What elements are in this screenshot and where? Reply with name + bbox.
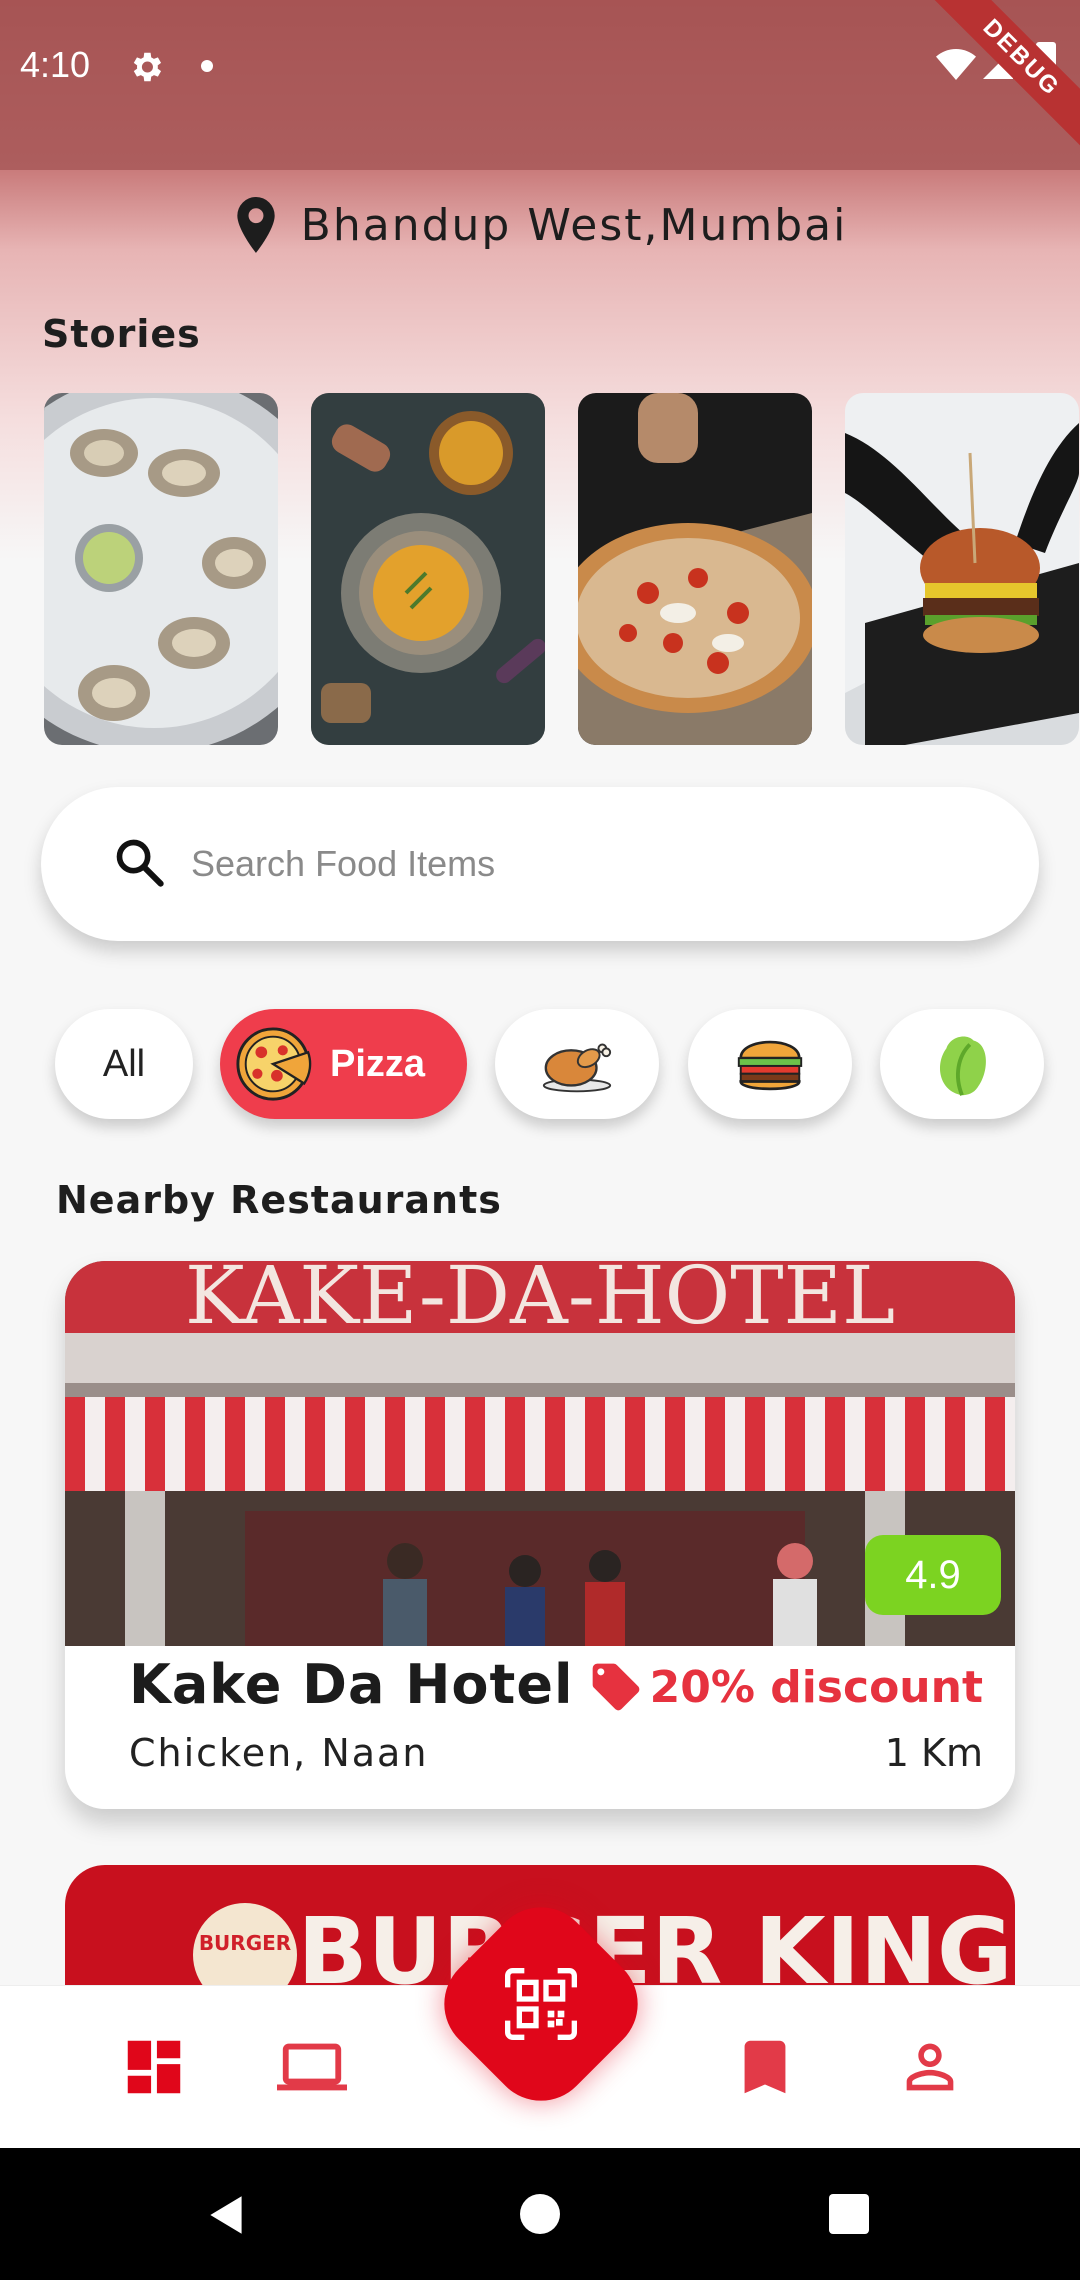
system-navigation-bar (0, 2148, 1080, 2280)
category-chip-burger[interactable] (688, 1009, 852, 1119)
nav-profile[interactable] (895, 2032, 965, 2102)
search-input[interactable] (191, 827, 991, 901)
svg-text:KAKE-DA-HOTEL: KAKE-DA-HOTEL (185, 1261, 895, 1342)
discount-label: 20% discount (588, 1659, 983, 1715)
story-oysters[interactable] (44, 393, 278, 745)
search-bar[interactable] (41, 787, 1039, 941)
status-time: 4:10 (20, 44, 91, 85)
price-tag-icon (592, 1663, 639, 1711)
story-pizza[interactable] (578, 393, 812, 745)
back-icon[interactable] (202, 2190, 252, 2240)
category-chip-lettuce[interactable] (880, 1009, 1044, 1119)
category-chip-all[interactable]: All (55, 1009, 193, 1119)
laptop-icon (277, 2043, 347, 2091)
stories-carousel[interactable] (44, 393, 1080, 745)
dashboard-icon (127, 2040, 181, 2094)
svg-text:BURGER: BURGER (199, 1931, 291, 1955)
recents-icon[interactable] (829, 2194, 869, 2234)
stories-title: Stories (42, 312, 201, 356)
discount-text: 20% discount (649, 1661, 983, 1713)
pizza-icon (236, 1027, 312, 1101)
restaurant-card[interactable]: KAKE-DA-HOTEL 4.9 Kake Da Hotel Chicken,… (65, 1261, 1015, 1809)
category-chip-pizza[interactable]: Pizza (220, 1009, 467, 1119)
burger-icon (737, 1040, 803, 1091)
location-pin-icon (237, 197, 275, 253)
roast-chicken-icon (542, 1043, 612, 1093)
story-soup[interactable] (311, 393, 545, 745)
person-icon (906, 2043, 954, 2091)
category-chip-chicken[interactable] (495, 1009, 659, 1119)
location-header[interactable]: Bhandup West,Mumbai (0, 195, 1080, 255)
wifi-icon (936, 49, 976, 80)
nearby-restaurants-title: Nearby Restaurants (56, 1178, 502, 1222)
bookmark-icon (744, 2040, 786, 2094)
restaurant-distance: 1 Km (884, 1731, 983, 1775)
category-label-pizza: Pizza (330, 1042, 426, 1085)
svg-text:BURGER KING: BURGER KING (298, 1898, 1013, 1985)
lettuce-icon (940, 1036, 986, 1096)
nav-dashboard[interactable] (119, 2032, 189, 2102)
location-text: Bhandup West,Mumbai (300, 199, 848, 251)
nav-bookmarks[interactable] (730, 2032, 800, 2102)
story-burger[interactable] (845, 393, 1079, 745)
category-label-all: All (102, 1042, 146, 1085)
notification-dot-icon (201, 60, 213, 72)
nav-laptop[interactable] (277, 2032, 347, 2102)
search-icon (116, 839, 164, 887)
home-icon[interactable] (520, 2194, 560, 2234)
settings-gear-icon (133, 52, 162, 82)
rating-badge: 4.9 (865, 1535, 1001, 1615)
restaurant-name: Kake Da Hotel (129, 1653, 574, 1716)
restaurant-cuisine: Chicken, Naan (129, 1731, 429, 1775)
qr-scan-icon (505, 1968, 577, 2040)
